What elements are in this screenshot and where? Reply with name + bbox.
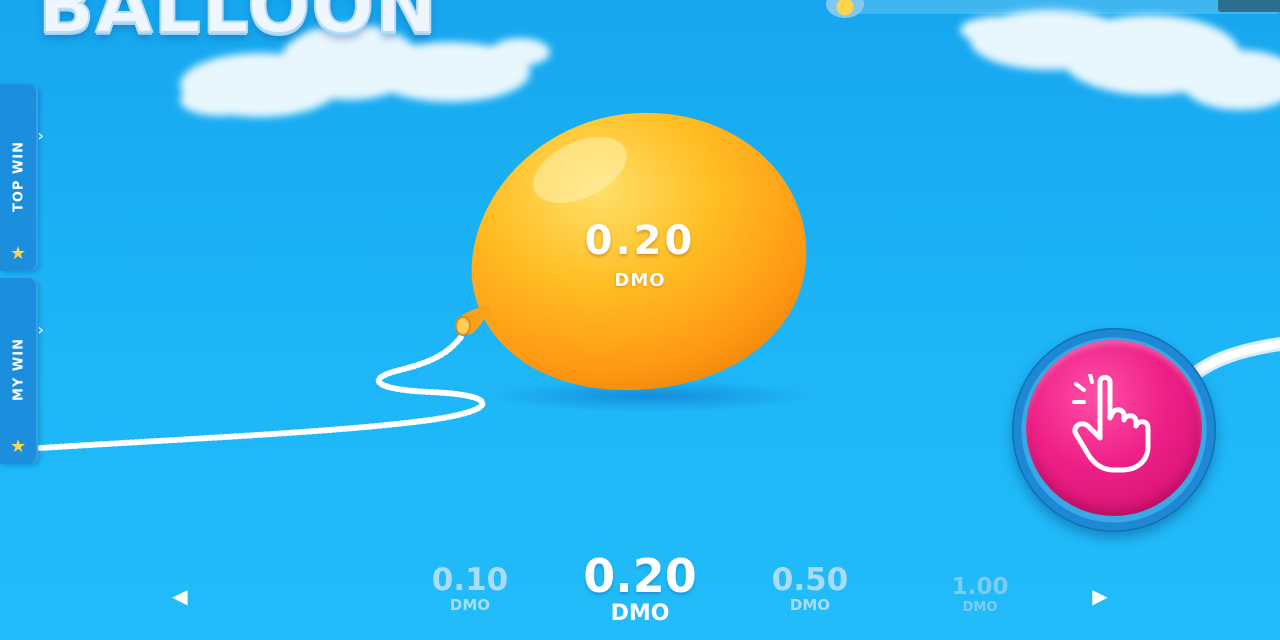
bet-next-button[interactable]: ▶ xyxy=(1086,582,1114,610)
cloud-right xyxy=(960,10,1280,110)
star-icon: ★ xyxy=(10,243,27,264)
bet-option-currency: DMO xyxy=(610,601,670,626)
tab-top-win-label: TOP WIN xyxy=(11,140,27,212)
game-logo: BALLOON xyxy=(37,0,439,51)
chevron-right-icon: › xyxy=(37,320,44,339)
menu-button[interactable] xyxy=(1218,0,1280,12)
star-icon: ★ xyxy=(10,436,27,457)
bet-option-currency: DMO xyxy=(789,596,831,614)
bet-prev-button[interactable]: ◀ xyxy=(166,582,194,610)
tab-top-win[interactable]: › TOP WIN ★ xyxy=(0,84,44,271)
pump-button[interactable] xyxy=(1012,328,1216,532)
bet-option-currency: DMO xyxy=(962,600,998,615)
balance-bar xyxy=(838,0,1280,14)
bet-option-value: 0.10 xyxy=(431,562,509,598)
bet-option-value: 1.00 xyxy=(951,574,1009,600)
bet-option[interactable]: 0.50 DMO xyxy=(760,565,860,613)
bet-option-value: 0.20 xyxy=(583,549,697,603)
bet-option[interactable]: 1.00 DMO xyxy=(940,574,1020,615)
scene-artwork xyxy=(37,10,1280,451)
tab-my-win-label: MY WIN xyxy=(11,338,27,401)
bet-option[interactable]: 0.10 DMO xyxy=(420,565,520,613)
tab-my-win[interactable]: › MY WIN ★ xyxy=(0,278,44,464)
chevron-right-icon: › xyxy=(37,126,44,145)
bet-option-selected[interactable]: 0.20 DMO xyxy=(570,553,710,625)
hand-pointer-icon xyxy=(1072,374,1151,473)
pump-button-face xyxy=(1026,340,1202,516)
bet-option-currency: DMO xyxy=(449,596,491,614)
balloon-value: 0.20 xyxy=(584,218,696,264)
bet-option-value: 0.50 xyxy=(771,562,849,598)
balloon-currency: DMO xyxy=(614,270,666,291)
